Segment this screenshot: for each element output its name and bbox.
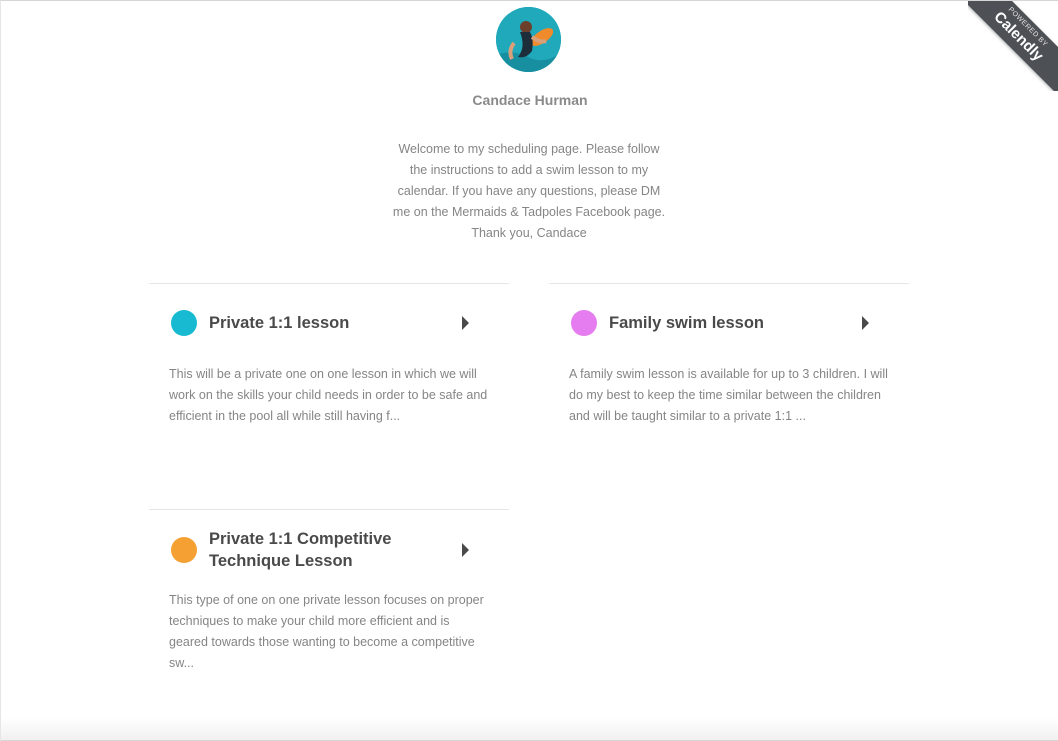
event-title[interactable]: Private 1:1 Competitive Technique Lesson — [209, 528, 462, 572]
caret-right-icon[interactable] — [462, 316, 469, 330]
event-header[interactable]: Family swim lesson — [571, 310, 889, 336]
event-card-private-lesson[interactable]: Private 1:1 lesson This will be a privat… — [149, 283, 509, 509]
welcome-message: Welcome to my scheduling page. Please fo… — [392, 142, 666, 240]
event-description: This type of one on one private lesson f… — [169, 593, 484, 670]
event-description: This will be a private one on one lesson… — [169, 367, 488, 423]
event-header[interactable]: Private 1:1 Competitive Technique Lesson — [171, 528, 489, 572]
event-header[interactable]: Private 1:1 lesson — [171, 310, 489, 336]
event-title[interactable]: Private 1:1 lesson — [209, 312, 462, 334]
avatar — [496, 7, 561, 72]
page-bottom-edge — [1, 717, 1058, 741]
calendly-badge[interactable]: POWERED BY Calendly — [968, 1, 1058, 91]
profile-name: Candace Hurman — [472, 92, 588, 108]
profile-photo-icon — [496, 7, 561, 72]
event-color-dot — [571, 310, 597, 336]
caret-right-icon[interactable] — [462, 543, 469, 557]
event-color-dot — [171, 310, 197, 336]
event-card-competitive-technique[interactable]: Private 1:1 Competitive Technique Lesson… — [149, 509, 509, 735]
event-color-dot — [171, 537, 197, 563]
event-card-family-swim[interactable]: Family swim lesson A family swim lesson … — [549, 283, 909, 509]
caret-right-icon[interactable] — [862, 316, 869, 330]
event-title[interactable]: Family swim lesson — [609, 312, 862, 334]
scheduling-page: POWERED BY Calendly Candace Hurman Welco… — [0, 0, 1058, 741]
event-description: A family swim lesson is available for up… — [569, 367, 888, 423]
powered-by-ribbon[interactable]: POWERED BY Calendly — [968, 1, 1058, 91]
